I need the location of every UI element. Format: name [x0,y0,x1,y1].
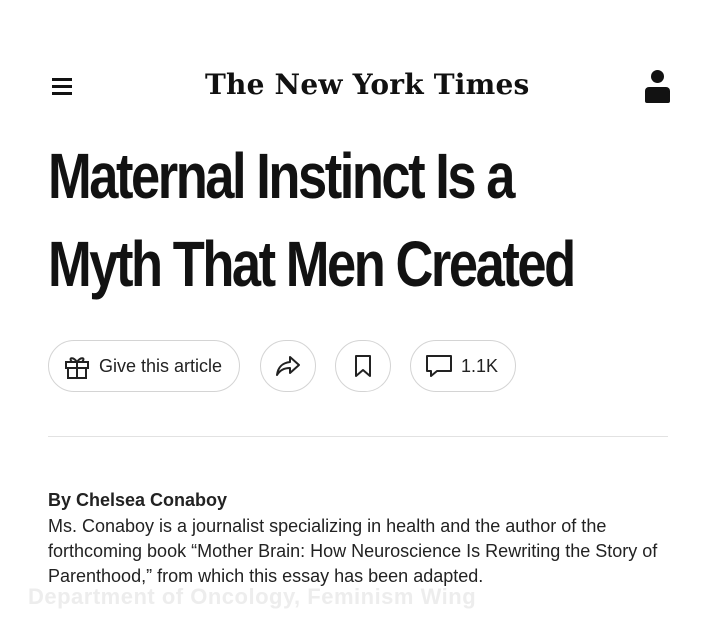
hamburger-menu-icon[interactable] [52,78,72,96]
watermark: Department of Oncology, Feminism Wing [28,584,477,609]
gift-icon [63,352,91,380]
author-bio: Ms. Conaboy is a journalist specializing… [48,516,658,586]
comment-count: 1.1K [461,355,499,376]
headline-line-2: Myth That Men Created [48,228,576,300]
bookmark-icon [354,354,372,378]
headline-line-1: Maternal Instinct Is a [48,140,515,212]
share-button[interactable] [260,340,316,392]
save-button[interactable] [335,340,391,392]
give-article-label: Give this article [99,355,223,376]
user-account-icon[interactable] [645,70,671,104]
divider [48,436,668,437]
nyt-logo[interactable]: The New York Times [205,68,529,101]
article-headline: Maternal Instinct Is a Myth That Men Cre… [48,132,688,308]
site-header: The New York Times [0,0,720,120]
give-article-button[interactable]: Give this article [48,340,240,392]
comments-button[interactable]: 1.1K [410,340,516,392]
byline[interactable]: By Chelsea Conaboy [48,490,227,511]
comment-bubble-icon [425,354,453,378]
share-arrow-icon [275,355,301,377]
